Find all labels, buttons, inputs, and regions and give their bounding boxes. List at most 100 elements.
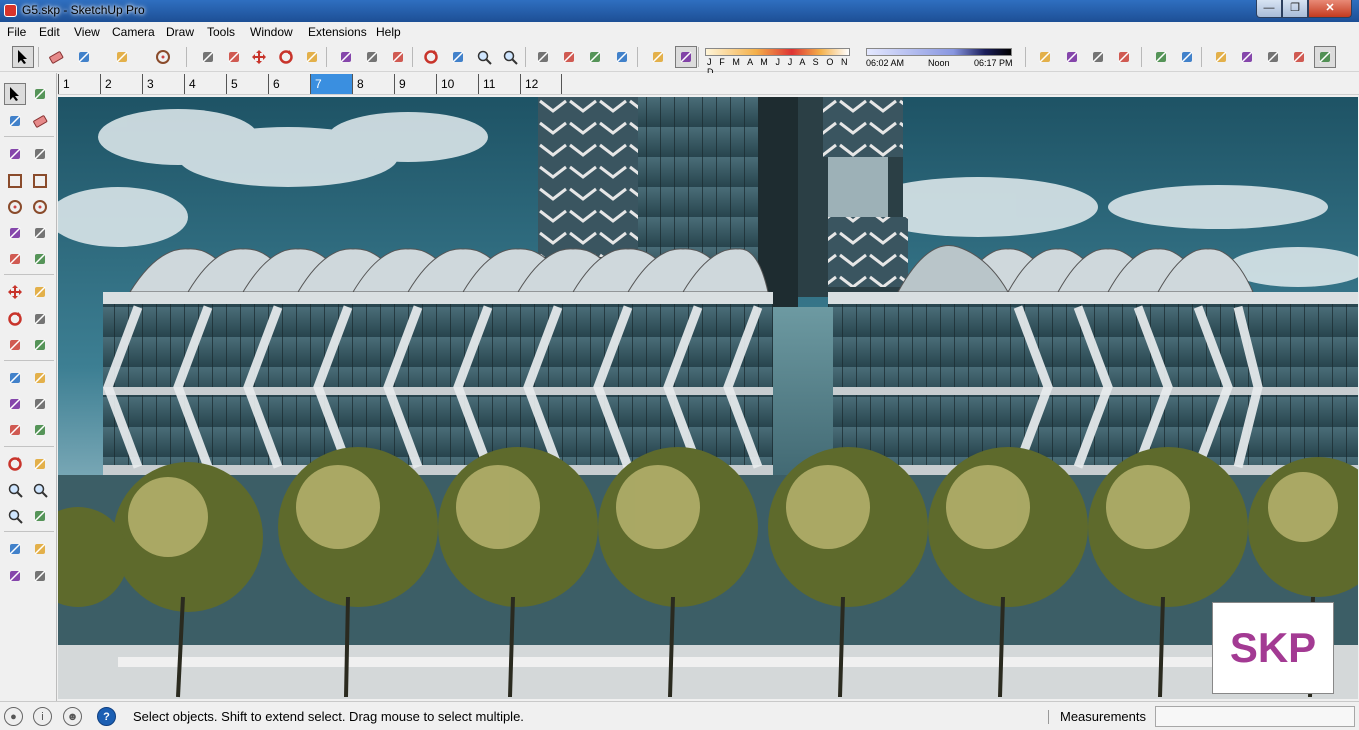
scene-tab-2[interactable]: 2: [100, 74, 142, 94]
menu-edit[interactable]: Edit: [39, 25, 60, 39]
follow-me-icon[interactable]: [223, 46, 245, 68]
menu-view[interactable]: View: [74, 25, 100, 39]
menu-tools[interactable]: Tools: [207, 25, 235, 39]
palette-paint-bucket-icon[interactable]: [4, 110, 26, 132]
menu-help[interactable]: Help: [376, 25, 401, 39]
geo-location-icon[interactable]: ●: [4, 707, 23, 726]
layout-icon[interactable]: [611, 46, 633, 68]
scene-tab-10[interactable]: 10: [436, 74, 478, 94]
back-view-icon[interactable]: [1262, 46, 1284, 68]
palette-zoom-icon[interactable]: [4, 479, 26, 501]
section-display-icon[interactable]: [1061, 46, 1083, 68]
model-viewport[interactable]: SKP: [58, 97, 1358, 699]
palette-tape-measure-icon[interactable]: [4, 367, 26, 389]
look-around-icon[interactable]: [1113, 46, 1135, 68]
scene-tab-4[interactable]: 4: [184, 74, 226, 94]
palette-dimension-icon[interactable]: [29, 367, 51, 389]
menu-extensions[interactable]: Extensions: [308, 25, 367, 39]
palette-look-around-icon[interactable]: [29, 538, 51, 560]
zoom-extents-icon[interactable]: [499, 46, 521, 68]
palette-scale-icon[interactable]: [4, 334, 26, 356]
scene-tab-11[interactable]: 11: [478, 74, 520, 94]
measurements-input[interactable]: [1155, 706, 1355, 727]
scene-tab-5[interactable]: 5: [226, 74, 268, 94]
front-view-icon[interactable]: [1210, 46, 1232, 68]
right-view-icon[interactable]: [1236, 46, 1258, 68]
previous-view-icon[interactable]: [532, 46, 554, 68]
orbit-icon[interactable]: [420, 46, 442, 68]
close-button[interactable]: ✕: [1308, 0, 1352, 18]
palette-three-point-arc-icon[interactable]: [29, 248, 51, 270]
palette-push-pull-icon[interactable]: [29, 281, 51, 303]
menu-window[interactable]: Window: [250, 25, 293, 39]
palette-select-icon[interactable]: [4, 83, 26, 105]
palette-line-icon[interactable]: [4, 143, 26, 165]
palette-follow-me-icon[interactable]: [29, 308, 51, 330]
tape-measure-icon[interactable]: [335, 46, 357, 68]
user-account-icon[interactable]: ☻: [63, 707, 82, 726]
pencil-icon[interactable]: [73, 46, 95, 68]
palette-section-plane-icon[interactable]: [29, 565, 51, 587]
palette-freehand-icon[interactable]: [29, 143, 51, 165]
left-view-icon[interactable]: [1288, 46, 1310, 68]
menu-camera[interactable]: Camera: [112, 25, 155, 39]
palette-component-icon[interactable]: [29, 83, 51, 105]
extension-warehouse-icon[interactable]: [584, 46, 606, 68]
palette-circle-icon[interactable]: [4, 196, 26, 218]
palette-walk-icon[interactable]: [4, 565, 26, 587]
scene-tab-1[interactable]: 1: [58, 74, 100, 94]
minimize-button[interactable]: —: [1256, 0, 1282, 18]
shadow-time-slider[interactable]: 06:02 AM Noon 06:17 PM: [866, 46, 1016, 68]
scene-tab-3[interactable]: 3: [142, 74, 184, 94]
move-icon[interactable]: [248, 46, 270, 68]
paint-bucket-icon[interactable]: [387, 46, 409, 68]
palette-rotated-rectangle-icon[interactable]: [29, 170, 51, 192]
palette-rotate-icon[interactable]: [4, 308, 26, 330]
palette-eraser-icon[interactable]: [29, 110, 51, 132]
palette-zoom-extents-icon[interactable]: [4, 505, 26, 527]
select-icon[interactable]: [12, 46, 34, 68]
palette-axes-icon[interactable]: [4, 419, 26, 441]
scale-icon[interactable]: [301, 46, 323, 68]
scene-tab-8[interactable]: 8: [352, 74, 394, 94]
instructor-help-icon[interactable]: ?: [97, 707, 116, 726]
shadows-toggle-icon[interactable]: [647, 46, 669, 68]
scene-tab-9[interactable]: 9: [394, 74, 436, 94]
scene-tab-6[interactable]: 6: [268, 74, 310, 94]
scene-tab-12[interactable]: 12: [520, 74, 562, 94]
3d-warehouse-icon[interactable]: [558, 46, 580, 68]
push-pull-icon[interactable]: [197, 46, 219, 68]
section-plane-icon[interactable]: [1034, 46, 1056, 68]
palette-position-camera-icon[interactable]: [4, 538, 26, 560]
maximize-button[interactable]: ❐: [1282, 0, 1308, 18]
palette-zoom-window-icon[interactable]: [29, 479, 51, 501]
menu-draw[interactable]: Draw: [166, 25, 194, 39]
palette-two-point-arc-icon[interactable]: [29, 222, 51, 244]
iso-view-icon[interactable]: [1150, 46, 1172, 68]
fog-toggle-icon[interactable]: [675, 46, 697, 68]
menu-file[interactable]: File: [7, 25, 26, 39]
rotate-icon[interactable]: [275, 46, 297, 68]
palette-rectangle-icon[interactable]: [4, 170, 26, 192]
walk-icon[interactable]: [1087, 46, 1109, 68]
eraser-icon[interactable]: [45, 46, 67, 68]
pan-icon[interactable]: [447, 46, 469, 68]
arc-icon[interactable]: [111, 46, 133, 68]
palette-arc-icon[interactable]: [4, 222, 26, 244]
shadow-month-slider[interactable]: J F M A M J J A S O N D: [705, 46, 851, 77]
top-view-icon[interactable]: [1176, 46, 1198, 68]
palette-polygon-icon[interactable]: [29, 196, 51, 218]
palette-3d-text-icon[interactable]: [29, 419, 51, 441]
palette-pan-icon[interactable]: [29, 453, 51, 475]
palette-text-icon[interactable]: [29, 393, 51, 415]
palette-move-icon[interactable]: [4, 281, 26, 303]
scene-tab-7[interactable]: 7: [310, 74, 352, 94]
palette-orbit-icon[interactable]: [4, 453, 26, 475]
zoom-icon[interactable]: [473, 46, 495, 68]
palette-previous-icon[interactable]: [29, 505, 51, 527]
palette-offset-icon[interactable]: [29, 334, 51, 356]
credits-icon[interactable]: i: [33, 707, 52, 726]
circle-icon[interactable]: [152, 46, 174, 68]
text-icon[interactable]: [361, 46, 383, 68]
palette-protractor-icon[interactable]: [4, 393, 26, 415]
